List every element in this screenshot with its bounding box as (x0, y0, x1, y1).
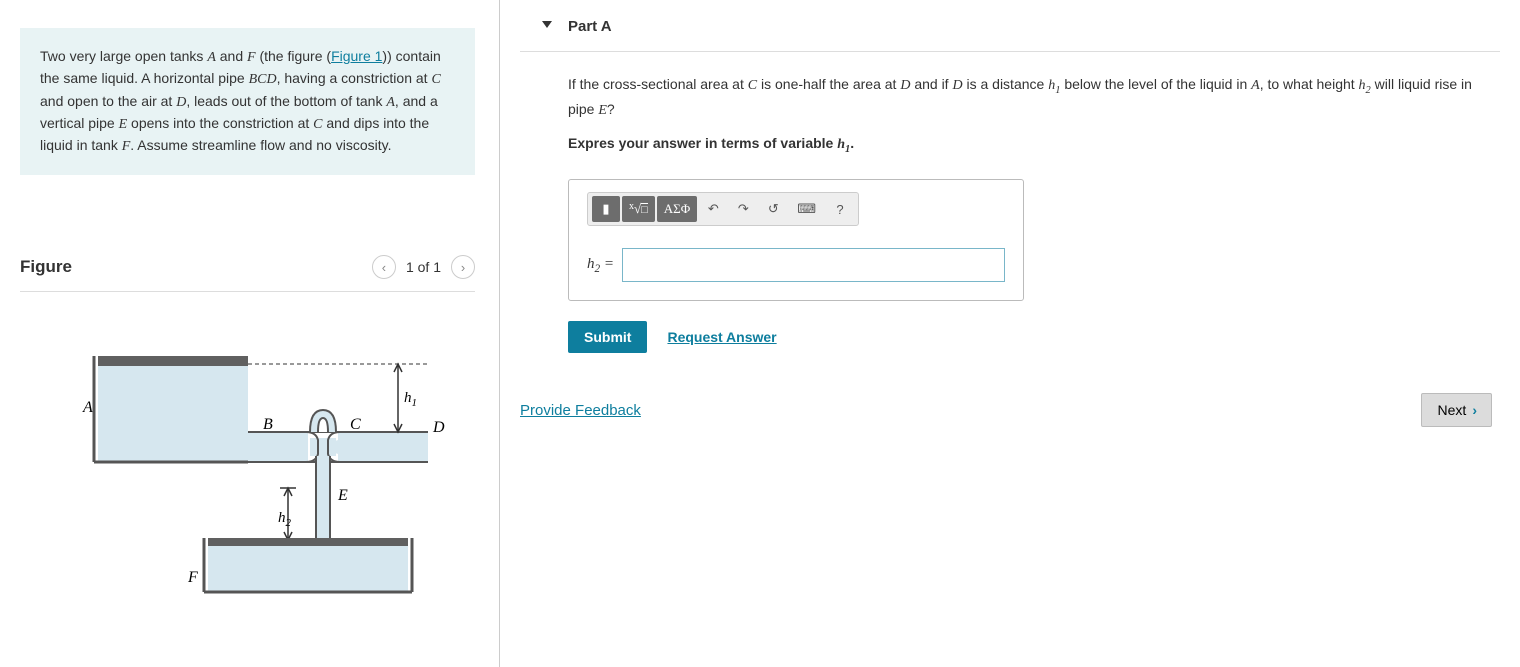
equation-toolbar: ▮ x√□ ΑΣΦ ↶ ↷ ↺ ⌨ ? (587, 192, 859, 226)
figure-link[interactable]: Figure 1 (331, 48, 382, 64)
problem-statement: Two very large open tanks A and F (the f… (20, 28, 475, 175)
label-D: D (432, 419, 445, 436)
submit-button[interactable]: Submit (568, 321, 647, 353)
figure-title: Figure (20, 257, 72, 277)
figure-diagram: A B C D h1 (20, 332, 475, 612)
keyboard-icon[interactable]: ⌨ (789, 196, 824, 222)
sqrt-icon[interactable]: x√□ (622, 196, 655, 222)
request-answer-link[interactable]: Request Answer (667, 329, 776, 345)
part-header[interactable]: Part A (520, 0, 1500, 52)
redo-icon[interactable]: ↷ (729, 196, 757, 222)
answer-box: ▮ x√□ ΑΣΦ ↶ ↷ ↺ ⌨ ? h2 = (568, 179, 1024, 301)
figure-prev-button[interactable]: ‹ (372, 255, 396, 279)
answer-input[interactable] (622, 248, 1005, 282)
undo-icon[interactable]: ↶ (699, 196, 727, 222)
label-C: C (350, 416, 361, 433)
templates-icon[interactable]: ▮ (592, 196, 620, 222)
question-text: If the cross-sectional area at C is one-… (568, 74, 1490, 121)
provide-feedback-link[interactable]: Provide Feedback (520, 402, 641, 419)
greek-icon[interactable]: ΑΣΦ (657, 196, 697, 222)
next-button[interactable]: Next › (1421, 393, 1492, 427)
figure-next-button[interactable]: › (451, 255, 475, 279)
figure-nav-text: 1 of 1 (406, 259, 441, 275)
help-icon[interactable]: ? (826, 196, 854, 222)
label-F: F (187, 569, 198, 586)
caret-down-icon (542, 21, 552, 28)
label-B: B (263, 416, 273, 433)
chevron-right-icon: › (1472, 402, 1477, 418)
instruction-text: Expres your answer in terms of variable … (568, 133, 1490, 158)
label-A: A (82, 399, 93, 416)
reset-icon[interactable]: ↺ (759, 196, 787, 222)
part-title: Part A (568, 18, 612, 35)
label-h1: h1 (404, 390, 417, 409)
label-E: E (337, 487, 348, 504)
answer-label: h2 = (587, 256, 614, 275)
label-h2: h2 (278, 510, 292, 529)
